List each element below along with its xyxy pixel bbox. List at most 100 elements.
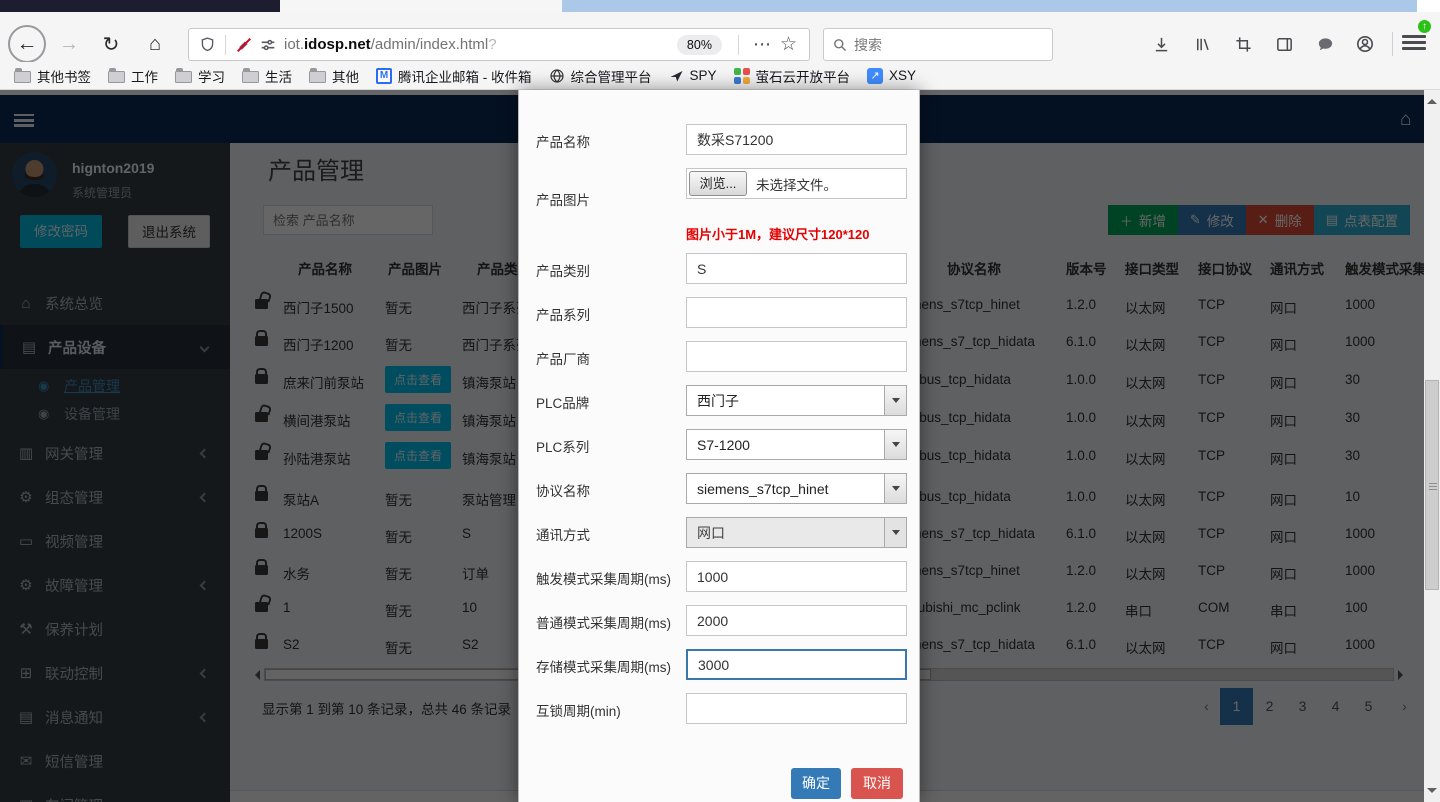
urlbar-divider bbox=[225, 35, 226, 55]
bookmark-label: 工作 bbox=[131, 66, 158, 86]
folder-icon bbox=[108, 69, 125, 83]
image-size-hint: 图片小于1M，建议尺寸120*120 bbox=[686, 224, 870, 243]
bookmark-item[interactable]: 学习 bbox=[175, 66, 225, 86]
field-label: 产品厂商 bbox=[536, 348, 590, 368]
account-icon[interactable] bbox=[1350, 29, 1380, 59]
field-input[interactable] bbox=[686, 693, 907, 724]
screenshot-icon[interactable] bbox=[1228, 29, 1258, 59]
browse-button[interactable]: 浏览... bbox=[689, 171, 747, 196]
sidebar-toggle-icon[interactable] bbox=[1269, 29, 1299, 59]
dropdown-arrow-icon[interactable] bbox=[884, 430, 906, 459]
bookmarks-bar: 其他书签 工作 学习 生活 其他 M 腾讯企业邮箱 - 收件箱 综合管理平台 SPY 萤石云开放平… bbox=[0, 62, 1440, 90]
vscroll-up-arrow[interactable] bbox=[1427, 94, 1437, 104]
bookmark-star-icon[interactable]: ☆ bbox=[780, 33, 805, 56]
download-icon[interactable] bbox=[1146, 29, 1176, 59]
field-select: 网口 bbox=[686, 517, 907, 548]
window-titlebar bbox=[0, 0, 1440, 12]
bookmark-item[interactable]: 其他 bbox=[309, 66, 359, 86]
plane-icon bbox=[669, 68, 684, 83]
bookmark-item[interactable]: 工作 bbox=[108, 66, 158, 86]
url-text[interactable]: iot.idosp.net/admin/index.html? bbox=[284, 36, 497, 53]
bookmark-item[interactable]: 其他书签 bbox=[14, 66, 91, 86]
folder-icon bbox=[309, 69, 326, 83]
titlebar-end-segment bbox=[1417, 0, 1440, 12]
dropdown-arrow-icon[interactable] bbox=[884, 474, 906, 503]
titlebar-light-segment bbox=[280, 0, 562, 12]
field-select[interactable]: S7-1200 bbox=[686, 429, 907, 460]
select-value: 西门子 bbox=[687, 391, 884, 411]
url-bar[interactable]: iot.idosp.net/admin/index.html? 80% ⋯ ☆ bbox=[188, 28, 810, 61]
bookmark-item[interactable]: 萤石云开放平台 bbox=[734, 66, 851, 86]
field-input[interactable] bbox=[686, 297, 907, 328]
field-label: 协议名称 bbox=[536, 480, 590, 500]
bookmark-label: SPY bbox=[690, 68, 717, 83]
vscroll-down-arrow[interactable] bbox=[1427, 788, 1437, 798]
menu-hamburger-icon[interactable] bbox=[1402, 32, 1426, 52]
page-actions-icon[interactable]: ⋯ bbox=[745, 34, 780, 55]
bookmark-label: 综合管理平台 bbox=[571, 66, 652, 86]
insecure-lock-icon[interactable] bbox=[232, 33, 256, 57]
field-input[interactable] bbox=[686, 561, 907, 592]
folder-icon bbox=[175, 69, 192, 83]
field-label: 产品名称 bbox=[536, 131, 590, 151]
mail-icon: M bbox=[376, 68, 392, 84]
toolbar-divider bbox=[1392, 32, 1393, 56]
field-input[interactable] bbox=[686, 124, 907, 155]
confirm-button[interactable]: 确定 bbox=[791, 768, 841, 799]
library-icon[interactable] bbox=[1187, 29, 1217, 59]
bookmark-item[interactable]: M 腾讯企业邮箱 - 收件箱 bbox=[376, 66, 532, 86]
field-label: 产品类别 bbox=[536, 260, 590, 280]
dots-icon bbox=[734, 68, 750, 84]
forward-button[interactable]: → bbox=[52, 27, 86, 61]
search-placeholder: 搜索 bbox=[854, 35, 882, 55]
field-label: 通讯方式 bbox=[536, 524, 590, 544]
bookmark-label: 腾讯企业邮箱 - 收件箱 bbox=[398, 66, 532, 86]
bookmark-item[interactable]: 综合管理平台 bbox=[549, 66, 652, 86]
field-label: PLC系列 bbox=[536, 436, 589, 456]
dropdown-arrow-icon[interactable] bbox=[884, 518, 906, 547]
cancel-button[interactable]: 取消 bbox=[851, 768, 903, 799]
field-input[interactable] bbox=[686, 605, 907, 636]
field-label: 存储模式采集周期(ms) bbox=[536, 656, 671, 676]
browser-toolbar: ← → ↻ ⌂ iot.idosp.net/admin/index.html? … bbox=[0, 12, 1440, 62]
reload-button[interactable]: ↻ bbox=[94, 27, 128, 61]
bookmark-item[interactable]: SPY bbox=[669, 68, 717, 83]
titlebar-dark-segment bbox=[0, 0, 280, 12]
bookmark-item[interactable]: 生活 bbox=[242, 66, 292, 86]
bookmark-label: 萤石云开放平台 bbox=[756, 66, 851, 86]
browser-window: ← → ↻ ⌂ iot.idosp.net/admin/index.html? … bbox=[0, 0, 1440, 802]
field-input[interactable] bbox=[686, 341, 907, 372]
zoom-level-badge[interactable]: 80% bbox=[677, 35, 722, 55]
page-vertical-scrollbar[interactable] bbox=[1424, 90, 1440, 802]
field-label: 产品图片 bbox=[536, 189, 590, 209]
select-value: 网口 bbox=[687, 523, 884, 543]
update-badge-icon: ↑ bbox=[1418, 20, 1431, 33]
urlbar-divider2 bbox=[738, 35, 739, 55]
product-image-file-input[interactable]: 浏览... 未选择文件。 bbox=[686, 168, 907, 199]
chat-icon[interactable] bbox=[1310, 29, 1340, 59]
field-input[interactable] bbox=[686, 649, 907, 680]
page-viewport: ⌂ hignton2019 系统管理员 修改密码 退出系统 ⌂系统总览▤产品设备… bbox=[0, 90, 1440, 802]
shield-icon[interactable] bbox=[195, 33, 219, 57]
edit-product-modal: 产品名称产品图片 浏览... 未选择文件。图片小于1M，建议尺寸120*120 产品类… bbox=[518, 90, 920, 802]
field-label: 触发模式采集周期(ms) bbox=[536, 568, 671, 588]
field-select[interactable]: siemens_s7tcp_hinet bbox=[686, 473, 907, 504]
back-button[interactable]: ← bbox=[8, 25, 46, 63]
vscroll-thumb[interactable] bbox=[1425, 380, 1439, 590]
permissions-icon[interactable] bbox=[256, 33, 280, 57]
bookmark-label: 生活 bbox=[265, 66, 292, 86]
titlebar-blue-segment bbox=[562, 0, 1417, 12]
no-file-text: 未选择文件。 bbox=[756, 174, 837, 194]
bookmark-label: XSY bbox=[889, 68, 916, 83]
field-input[interactable] bbox=[686, 253, 907, 284]
bookmark-label: 其他 bbox=[332, 66, 359, 86]
folder-icon bbox=[242, 69, 259, 83]
field-select[interactable]: 西门子 bbox=[686, 385, 907, 416]
globe-icon bbox=[549, 68, 565, 84]
dropdown-arrow-icon[interactable] bbox=[884, 386, 906, 415]
bookmark-label: 学习 bbox=[198, 66, 225, 86]
search-bar[interactable]: 搜索 bbox=[823, 28, 1053, 61]
home-button[interactable]: ⌂ bbox=[138, 27, 172, 61]
bookmark-item[interactable]: ↗XSY bbox=[867, 68, 916, 84]
field-label: 产品系列 bbox=[536, 304, 590, 324]
